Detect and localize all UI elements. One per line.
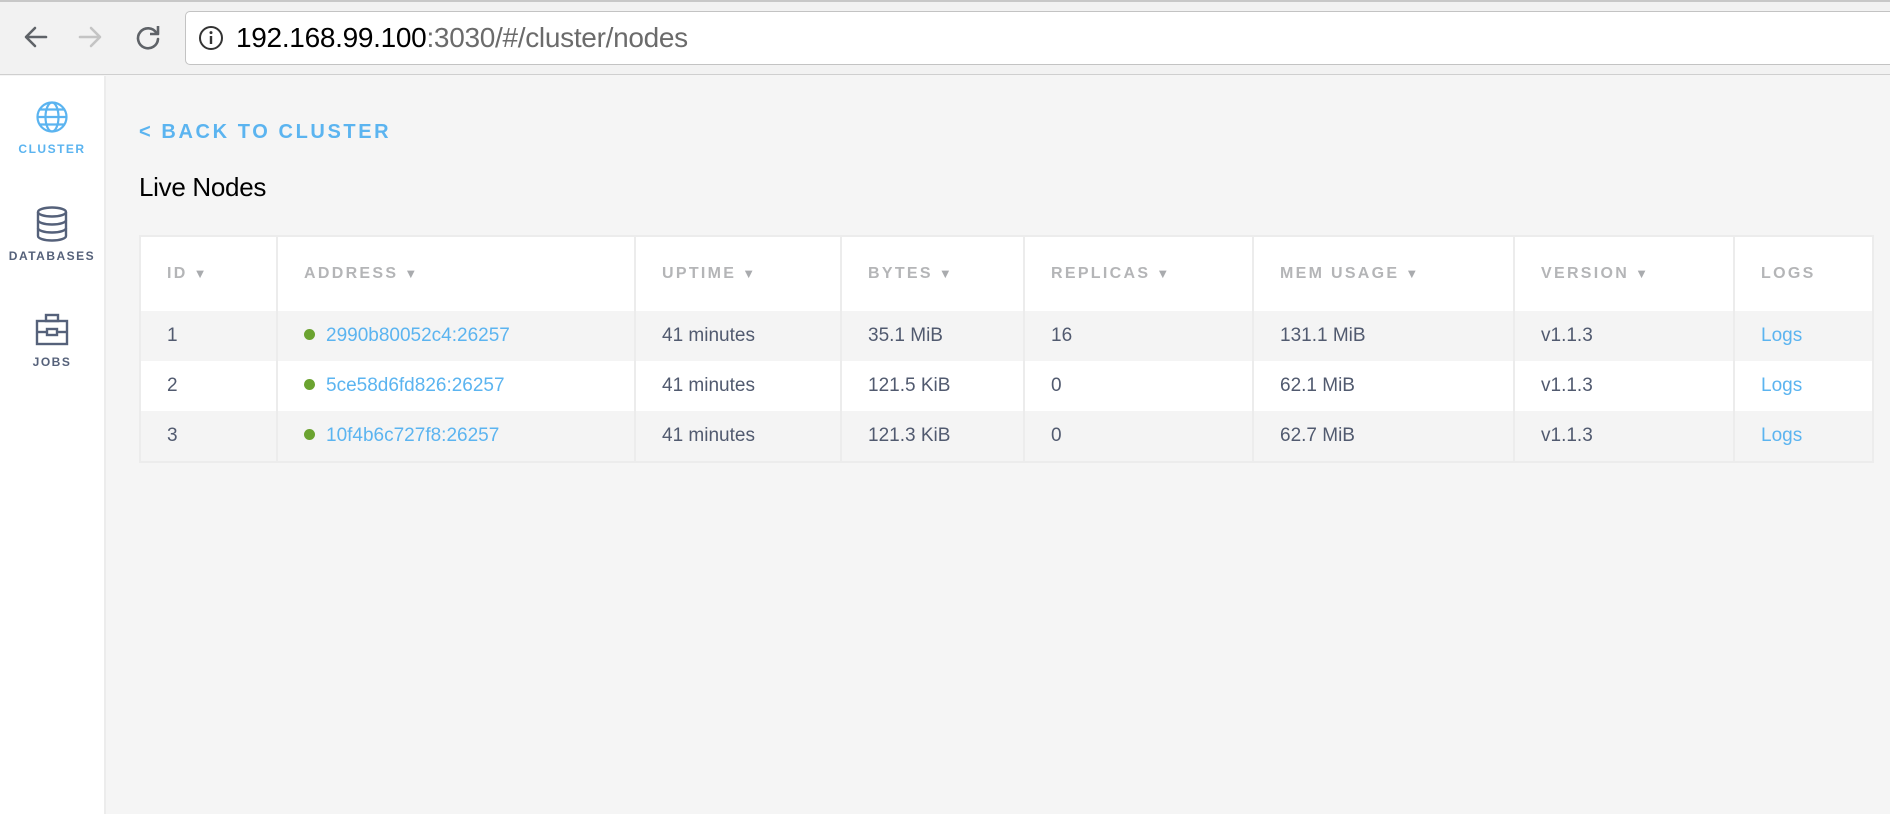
arrow-left-icon xyxy=(24,26,48,48)
cell-mem-usage: 62.1 MiB xyxy=(1252,361,1514,411)
sort-arrow-icon: ▼ xyxy=(1156,266,1172,281)
status-live-icon xyxy=(304,329,315,340)
info-icon[interactable] xyxy=(198,25,224,51)
cell-mem-usage: 62.7 MiB xyxy=(1252,411,1514,461)
table-row: 3 10f4b6c727f8:26257 41 minutes 121.3 Ki… xyxy=(141,411,1872,461)
cell-uptime: 41 minutes xyxy=(634,311,841,361)
cell-replicas: 16 xyxy=(1023,311,1253,361)
status-live-icon xyxy=(304,379,315,390)
sort-arrow-icon: ▼ xyxy=(1405,266,1421,281)
sort-arrow-icon: ▼ xyxy=(938,266,955,281)
tab-strip-edge xyxy=(0,0,1890,2)
briefcase-icon xyxy=(35,312,69,348)
cell-id: 1 xyxy=(141,311,277,361)
table-header-row: ID ▼ ADDRESS ▼ UPTIME ▼ BYTES ▼ REPLICAS ▼ ME… xyxy=(141,237,1872,311)
column-header-mem-usage[interactable]: MEM USAGE ▼ xyxy=(1252,237,1514,311)
cell-bytes: 121.3 KiB xyxy=(840,411,1024,461)
cell-uptime: 41 minutes xyxy=(634,361,841,411)
browser-forward-button[interactable] xyxy=(73,20,107,54)
column-header-uptime[interactable]: UPTIME ▼ xyxy=(634,237,841,311)
column-header-address[interactable]: ADDRESS ▼ xyxy=(276,237,635,311)
node-address-link[interactable]: 2990b80052c4:26257 xyxy=(326,325,510,346)
column-header-id[interactable]: ID ▼ xyxy=(141,237,277,311)
column-label: REPLICAS xyxy=(1051,265,1151,282)
sidebar-item-label: CLUSTER xyxy=(18,142,86,156)
cell-address: 5ce58d6fd826:26257 xyxy=(276,361,635,411)
column-header-version[interactable]: VERSION ▼ xyxy=(1513,237,1734,311)
sidebar-item-label: DATABASES xyxy=(8,249,96,263)
cell-version: v1.1.3 xyxy=(1513,361,1734,411)
url-host: 192.168.99.100 xyxy=(236,22,427,53)
node-address-link[interactable]: 5ce58d6fd826:26257 xyxy=(326,375,505,396)
cell-replicas: 0 xyxy=(1023,411,1253,461)
cell-address: 2990b80052c4:26257 xyxy=(276,311,635,361)
cell-logs: Logs xyxy=(1733,311,1872,361)
sidebar: CLUSTER DATABASES JOBS xyxy=(0,76,106,814)
arrow-right-icon xyxy=(78,26,102,48)
column-header-replicas[interactable]: REPLICAS ▼ xyxy=(1023,237,1253,311)
column-label: ID xyxy=(167,265,188,282)
cell-replicas: 0 xyxy=(1023,361,1253,411)
sidebar-item-databases[interactable]: DATABASES xyxy=(0,206,104,263)
cell-logs: Logs xyxy=(1733,361,1872,411)
nodes-table: ID ▼ ADDRESS ▼ UPTIME ▼ BYTES ▼ REPLICAS ▼ ME… xyxy=(139,235,1874,463)
column-label: UPTIME xyxy=(662,265,737,282)
url-text[interactable]: 192.168.99.100:3030/#/cluster/nodes xyxy=(236,22,688,54)
column-header-bytes[interactable]: BYTES ▼ xyxy=(840,237,1024,311)
node-address-link[interactable]: 10f4b6c727f8:26257 xyxy=(326,425,499,446)
main-content: < BACK TO CLUSTER Live Nodes ID ▼ ADDRESS… xyxy=(107,76,1890,814)
sort-arrow-icon: ▼ xyxy=(742,266,758,281)
table-row: 1 2990b80052c4:26257 41 minutes 35.1 MiB… xyxy=(141,311,1872,361)
cell-version: v1.1.3 xyxy=(1513,411,1734,461)
database-icon xyxy=(35,206,69,242)
cell-logs: Logs xyxy=(1733,411,1872,461)
sort-arrow-icon: ▼ xyxy=(193,266,209,281)
cell-mem-usage: 131.1 MiB xyxy=(1252,311,1514,361)
sort-arrow-icon: ▼ xyxy=(404,266,420,281)
status-live-icon xyxy=(304,429,315,440)
column-header-logs: LOGS xyxy=(1733,237,1872,311)
cell-bytes: 35.1 MiB xyxy=(840,311,1024,361)
logs-link[interactable]: Logs xyxy=(1761,425,1802,446)
globe-icon xyxy=(35,99,69,135)
url-path: :3030/#/cluster/nodes xyxy=(426,22,688,53)
sidebar-item-jobs[interactable]: JOBS xyxy=(0,312,104,369)
cell-bytes: 121.5 KiB xyxy=(840,361,1024,411)
cell-id: 3 xyxy=(141,411,277,461)
column-label: BYTES xyxy=(868,265,933,282)
page-title: Live Nodes xyxy=(139,172,267,202)
browser-back-button[interactable] xyxy=(19,20,53,54)
cell-address: 10f4b6c727f8:26257 xyxy=(276,411,635,461)
cell-uptime: 41 minutes xyxy=(634,411,841,461)
column-label: MEM USAGE xyxy=(1280,265,1400,282)
browser-reload-button[interactable] xyxy=(131,20,165,54)
browser-toolbar: 192.168.99.100:3030/#/cluster/nodes xyxy=(0,0,1890,75)
reload-icon xyxy=(136,26,160,50)
sidebar-item-label: JOBS xyxy=(32,355,72,369)
sidebar-item-cluster[interactable]: CLUSTER xyxy=(0,99,104,156)
table-row: 2 5ce58d6fd826:26257 41 minutes 121.5 Ki… xyxy=(141,361,1872,411)
column-label: LOGS xyxy=(1761,265,1816,282)
cell-version: v1.1.3 xyxy=(1513,311,1734,361)
address-bar[interactable]: 192.168.99.100:3030/#/cluster/nodes xyxy=(185,11,1890,65)
column-label: ADDRESS xyxy=(304,265,399,282)
sort-arrow-icon: ▼ xyxy=(1635,266,1651,281)
logs-link[interactable]: Logs xyxy=(1761,375,1802,396)
back-to-cluster-link[interactable]: < BACK TO CLUSTER xyxy=(139,121,391,144)
cell-id: 2 xyxy=(141,361,277,411)
logs-link[interactable]: Logs xyxy=(1761,325,1802,346)
column-label: VERSION xyxy=(1541,265,1630,282)
